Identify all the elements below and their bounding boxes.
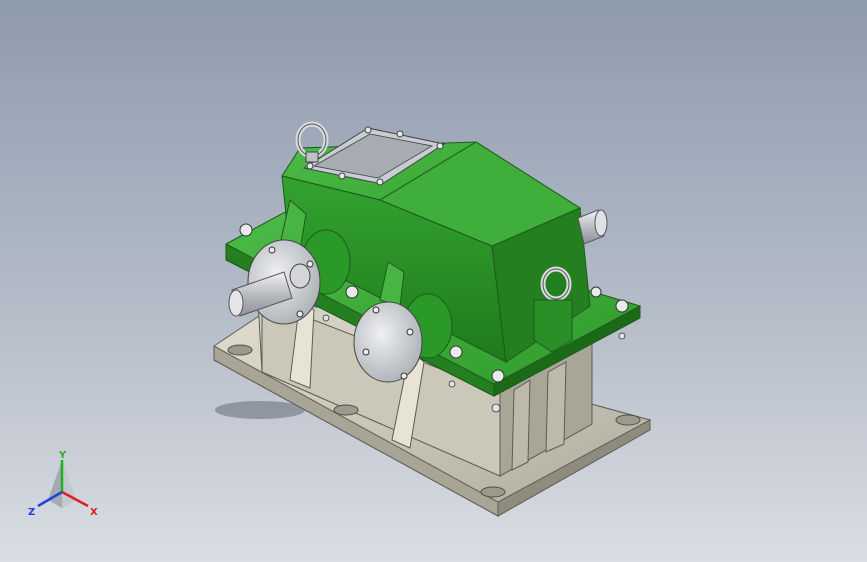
mount-slot [480, 486, 506, 498]
z-axis-label: Z [28, 507, 35, 518]
y-axis-label: Y [58, 450, 67, 461]
mount-slot [615, 414, 641, 426]
mount-slot [333, 404, 359, 416]
mount-slot [227, 344, 253, 356]
ground-shadow [215, 401, 305, 419]
coordinate-triad: Y X Z [28, 450, 98, 518]
gearbox-3d-model[interactable] [0, 0, 867, 562]
graphics-viewport[interactable]: Y X Z [0, 0, 867, 562]
x-axis-label: X [90, 507, 98, 518]
output-shaft-right[interactable] [577, 209, 608, 245]
